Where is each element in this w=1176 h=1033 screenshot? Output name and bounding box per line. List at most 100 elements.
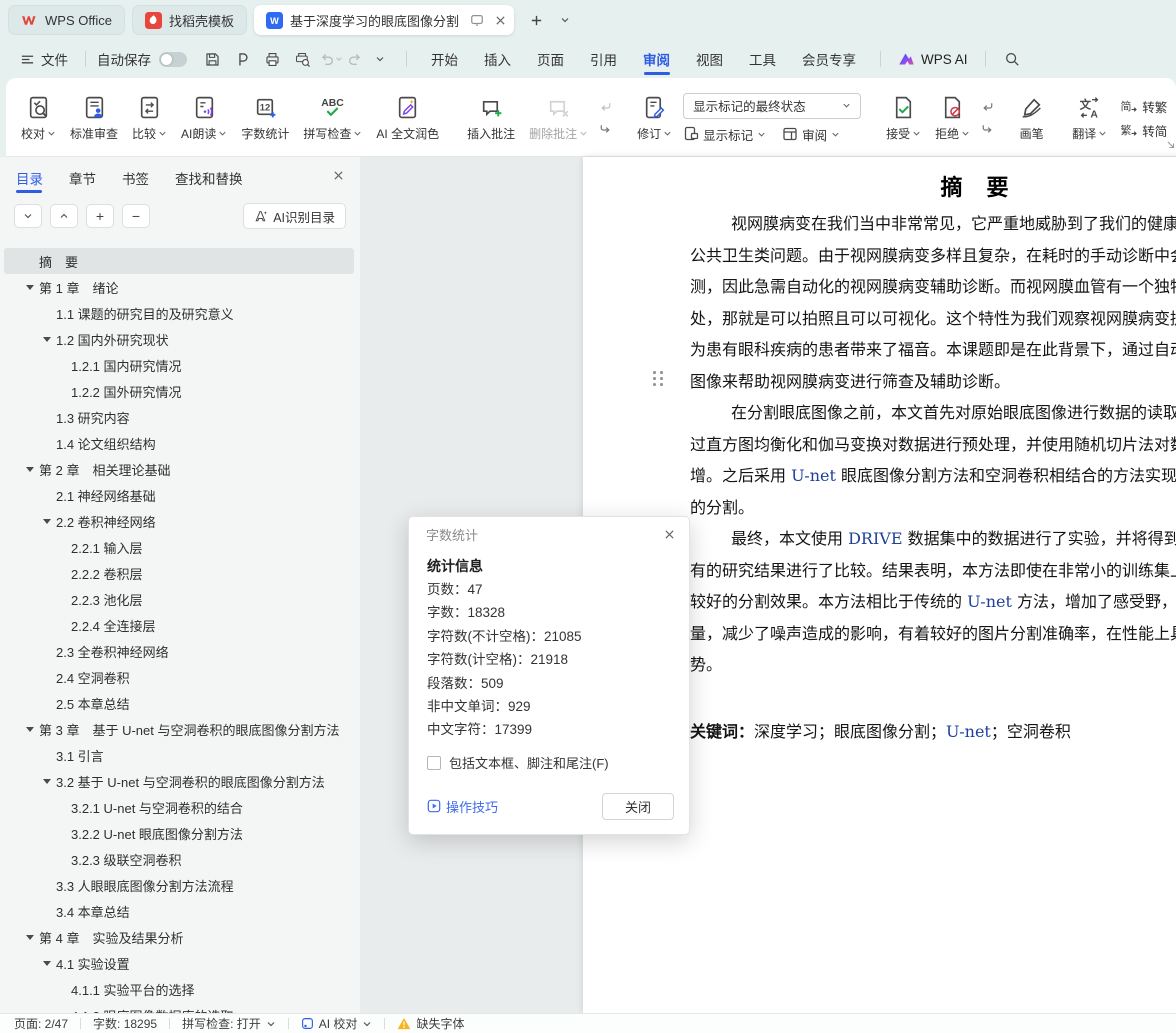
menu-tab-视图[interactable]: 视图 <box>683 40 736 78</box>
ribbon-insert-comment-button[interactable]: 插入批注 <box>460 85 522 151</box>
doc-line[interactable]: 最终，本文使用 DRIVE 数据集中的数据进行了实验，并将得到的 <box>690 523 1176 555</box>
print-button[interactable] <box>259 46 285 72</box>
collapse-arrow-icon[interactable] <box>43 779 56 784</box>
doc-line[interactable]: 的分割。 <box>690 492 1176 524</box>
toc-item[interactable]: 2.2 卷积神经网络 <box>0 508 360 534</box>
new-tab-button[interactable] <box>525 8 549 32</box>
checkbox[interactable] <box>427 756 441 770</box>
tab-docer-templates[interactable]: 找稻壳模板 <box>132 5 247 35</box>
doc-line[interactable]: 为患有眼科疾病的患者带来了福音。本课题即是在此背景下，通过自动 <box>690 334 1176 366</box>
print-preview-button[interactable] <box>289 46 315 72</box>
ribbon-spell-check-button[interactable]: ABC拼写检查 <box>296 85 369 151</box>
toc-item[interactable]: 4.1 实验设置 <box>0 950 360 976</box>
menu-tab-会员专享[interactable]: 会员专享 <box>789 40 869 78</box>
ribbon-reject-button[interactable]: 拒绝 <box>928 85 977 151</box>
tab-document[interactable]: W 基于深度学习的眼底图像分割 <box>254 5 514 35</box>
sidebar-tab-toc[interactable]: 目录 <box>16 157 43 198</box>
spell-check-status[interactable]: 拼写检查: 打开 <box>182 1015 276 1032</box>
collapse-arrow-icon[interactable] <box>43 519 56 524</box>
ribbon-ai-polish-button[interactable]: AI 全文润色 <box>369 85 446 151</box>
close-sidebar-icon[interactable] <box>333 170 344 181</box>
sidebar-tab-chapters[interactable]: 章节 <box>69 157 96 198</box>
menu-tab-插入[interactable]: 插入 <box>471 40 524 78</box>
wps-ai-button[interactable]: WPS AI <box>892 52 974 67</box>
doc-line[interactable]: 处，那就是可以拍照且可以可视化。这个特性为我们观察视网膜病变提供 <box>690 303 1176 335</box>
collapse-arrow-icon[interactable] <box>26 467 39 472</box>
markup-state-dropdown[interactable]: 显示标记的最终状态 <box>683 93 861 119</box>
ai-proofread-button[interactable]: AI 校对 <box>301 1015 373 1032</box>
toolbar-more-button[interactable] <box>367 46 393 72</box>
ribbon-review-pane-button[interactable]: 审阅 <box>782 125 840 144</box>
toc-item[interactable]: 1.2.2 国外研究情况 <box>0 378 360 404</box>
close-dialog-button[interactable]: 关闭 <box>602 793 674 820</box>
doc-line[interactable]: 过直方图均衡化和伽马变换对数据进行预处理，并使用随机切片法对数据 <box>690 429 1176 461</box>
export-pdf-button[interactable] <box>229 46 255 72</box>
page-indicator[interactable]: 页面: 2/47 <box>14 1015 68 1032</box>
toc-item[interactable]: 摘 要 <box>4 248 354 274</box>
missing-font-warning[interactable]: 缺失字体 <box>397 1015 464 1032</box>
toc-item[interactable]: 1.3 研究内容 <box>0 404 360 430</box>
ribbon-word-count-button[interactable]: 12字数统计 <box>234 85 296 151</box>
toc-item[interactable]: 3.2 基于 U-net 与空洞卷积的眼底图像分割方法 <box>0 768 360 794</box>
menu-tab-工具[interactable]: 工具 <box>736 40 789 78</box>
toc-item[interactable]: 3.1 引言 <box>0 742 360 768</box>
tips-link[interactable]: 操作技巧 <box>427 797 498 816</box>
ribbon-show-markup-button[interactable]: 显示标记 <box>683 125 766 144</box>
next-heading-button[interactable] <box>14 204 42 228</box>
sidebar-tab-find-replace[interactable]: 查找和替换 <box>175 157 243 198</box>
paragraph-drag-handle[interactable] <box>653 371 665 389</box>
document-title[interactable]: 摘 要 <box>690 170 1176 202</box>
ribbon-accept-button[interactable]: 接受 <box>879 85 928 151</box>
next-item-icon[interactable] <box>980 122 995 137</box>
ribbon-proofread-button[interactable]: 校对 <box>14 85 63 151</box>
collapse-arrow-icon[interactable] <box>26 935 39 940</box>
toc-item[interactable]: 3.2.1 U-net 与空洞卷积的结合 <box>0 794 360 820</box>
ribbon-s2t-button[interactable]: 简转繁 <box>1120 97 1167 116</box>
collapse-arrow-icon[interactable] <box>26 727 39 732</box>
menu-tab-引用[interactable]: 引用 <box>577 40 630 78</box>
toc-item[interactable]: 3.2.2 U-net 眼底图像分割方法 <box>0 820 360 846</box>
dialog-launcher-icon[interactable] <box>1165 139 1175 149</box>
file-menu-button[interactable]: 文件 <box>14 45 74 73</box>
tab-list-chevron-icon[interactable] <box>553 8 577 32</box>
expand-all-button[interactable]: + <box>86 204 114 228</box>
close-tab-icon[interactable] <box>495 15 506 26</box>
ribbon-brush-button[interactable]: 画笔 <box>1012 85 1051 151</box>
toc-item[interactable]: 2.2.2 卷积层 <box>0 560 360 586</box>
doc-line[interactable]: 图像来帮助视网膜病变进行筛查及辅助诊断。 <box>690 366 1176 398</box>
word-count-indicator[interactable]: 字数: 18295 <box>93 1015 157 1032</box>
close-dialog-icon[interactable] <box>664 529 675 540</box>
toc-item[interactable]: 1.2 国内外研究现状 <box>0 326 360 352</box>
toc-item[interactable]: 3.4 本章总结 <box>0 898 360 924</box>
toc-item[interactable]: 2.5 本章总结 <box>0 690 360 716</box>
toc-item[interactable]: 第 2 章 相关理论基础 <box>0 456 360 482</box>
doc-line[interactable]: 公共卫生类问题。由于视网膜病变多样且复杂，在耗时的手动诊断中会 <box>690 240 1176 272</box>
ribbon-standard-review-button[interactable]: 标准审查 <box>63 85 125 151</box>
toc-item[interactable]: 2.1 神经网络基础 <box>0 482 360 508</box>
ribbon-translate-button[interactable]: 文A翻译 <box>1065 85 1114 151</box>
toc-item[interactable]: 2.3 全卷积神经网络 <box>0 638 360 664</box>
autosave-toggle[interactable] <box>159 52 187 67</box>
save-button[interactable] <box>199 46 225 72</box>
collapse-all-button[interactable]: − <box>122 204 150 228</box>
toc-item[interactable]: 2.2.4 全连接层 <box>0 612 360 638</box>
menu-tab-开始[interactable]: 开始 <box>418 40 471 78</box>
toc-item[interactable]: 第 1 章 绪论 <box>0 274 360 300</box>
undo-button[interactable] <box>319 51 343 67</box>
doc-line[interactable]: 有的研究结果进行了比较。结果表明，本方法即使在非常小的训练集上 <box>690 555 1176 587</box>
previous-heading-button[interactable] <box>50 204 78 228</box>
toc-item[interactable]: 1.2.1 国内研究情况 <box>0 352 360 378</box>
doc-line[interactable]: 势。 <box>690 649 1176 681</box>
toc-item[interactable]: 1.1 课题的研究目的及研究意义 <box>0 300 360 326</box>
toc-item[interactable]: 3.2.3 级联空洞卷积 <box>0 846 360 872</box>
menu-tab-页面[interactable]: 页面 <box>524 40 577 78</box>
toc-item[interactable]: 3.3 人眼眼底图像分割方法流程 <box>0 872 360 898</box>
toc-item[interactable]: 第 4 章 实验及结果分析 <box>0 924 360 950</box>
ribbon-ai-read-button[interactable]: AI朗读 <box>174 85 234 151</box>
ribbon-t2s-button[interactable]: 繁转简 <box>1120 121 1167 140</box>
dialog-header[interactable]: 字数统计 <box>409 517 689 551</box>
ribbon-revise-button[interactable]: 修订 <box>630 85 679 151</box>
tab-wps-home[interactable]: WPS Office <box>8 5 125 35</box>
collapse-arrow-icon[interactable] <box>43 961 56 966</box>
collapse-arrow-icon[interactable] <box>43 337 56 342</box>
